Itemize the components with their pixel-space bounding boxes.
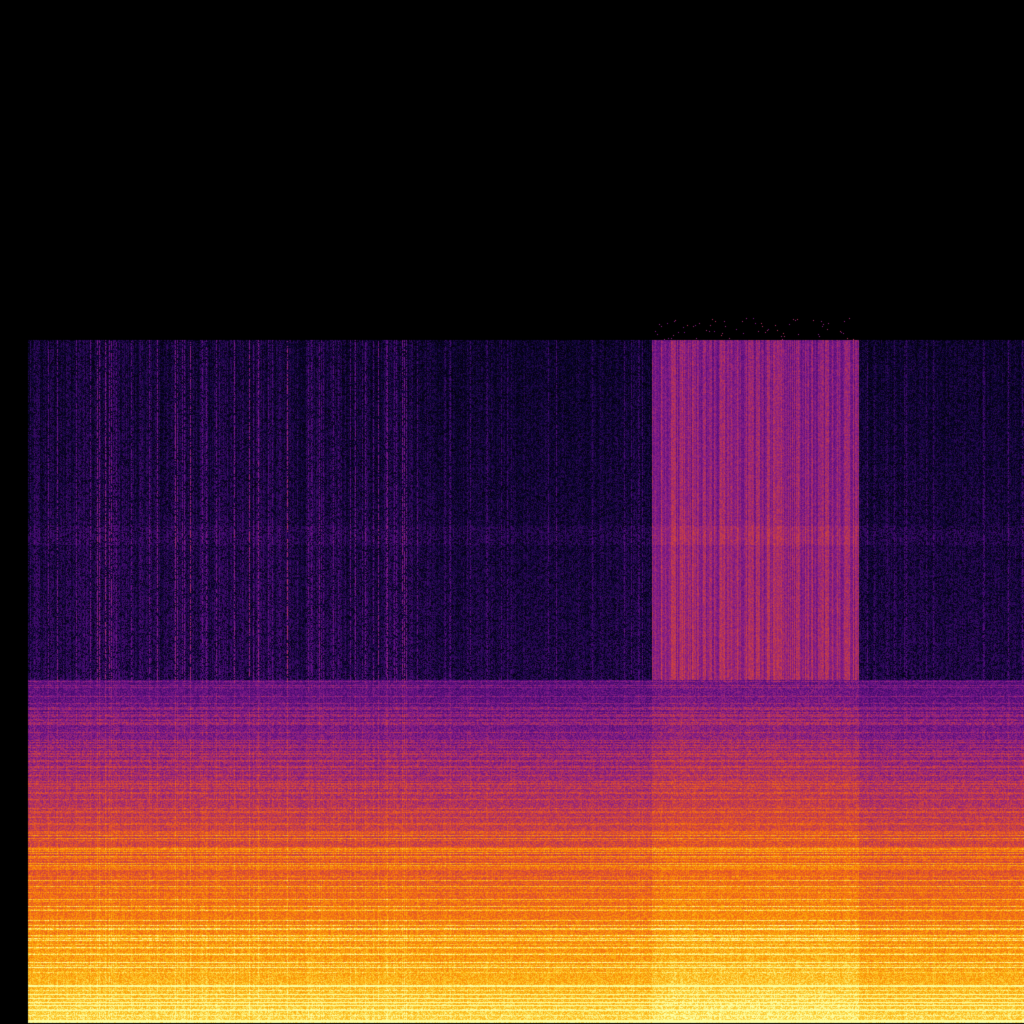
spectrogram-canvas xyxy=(0,0,1024,1024)
